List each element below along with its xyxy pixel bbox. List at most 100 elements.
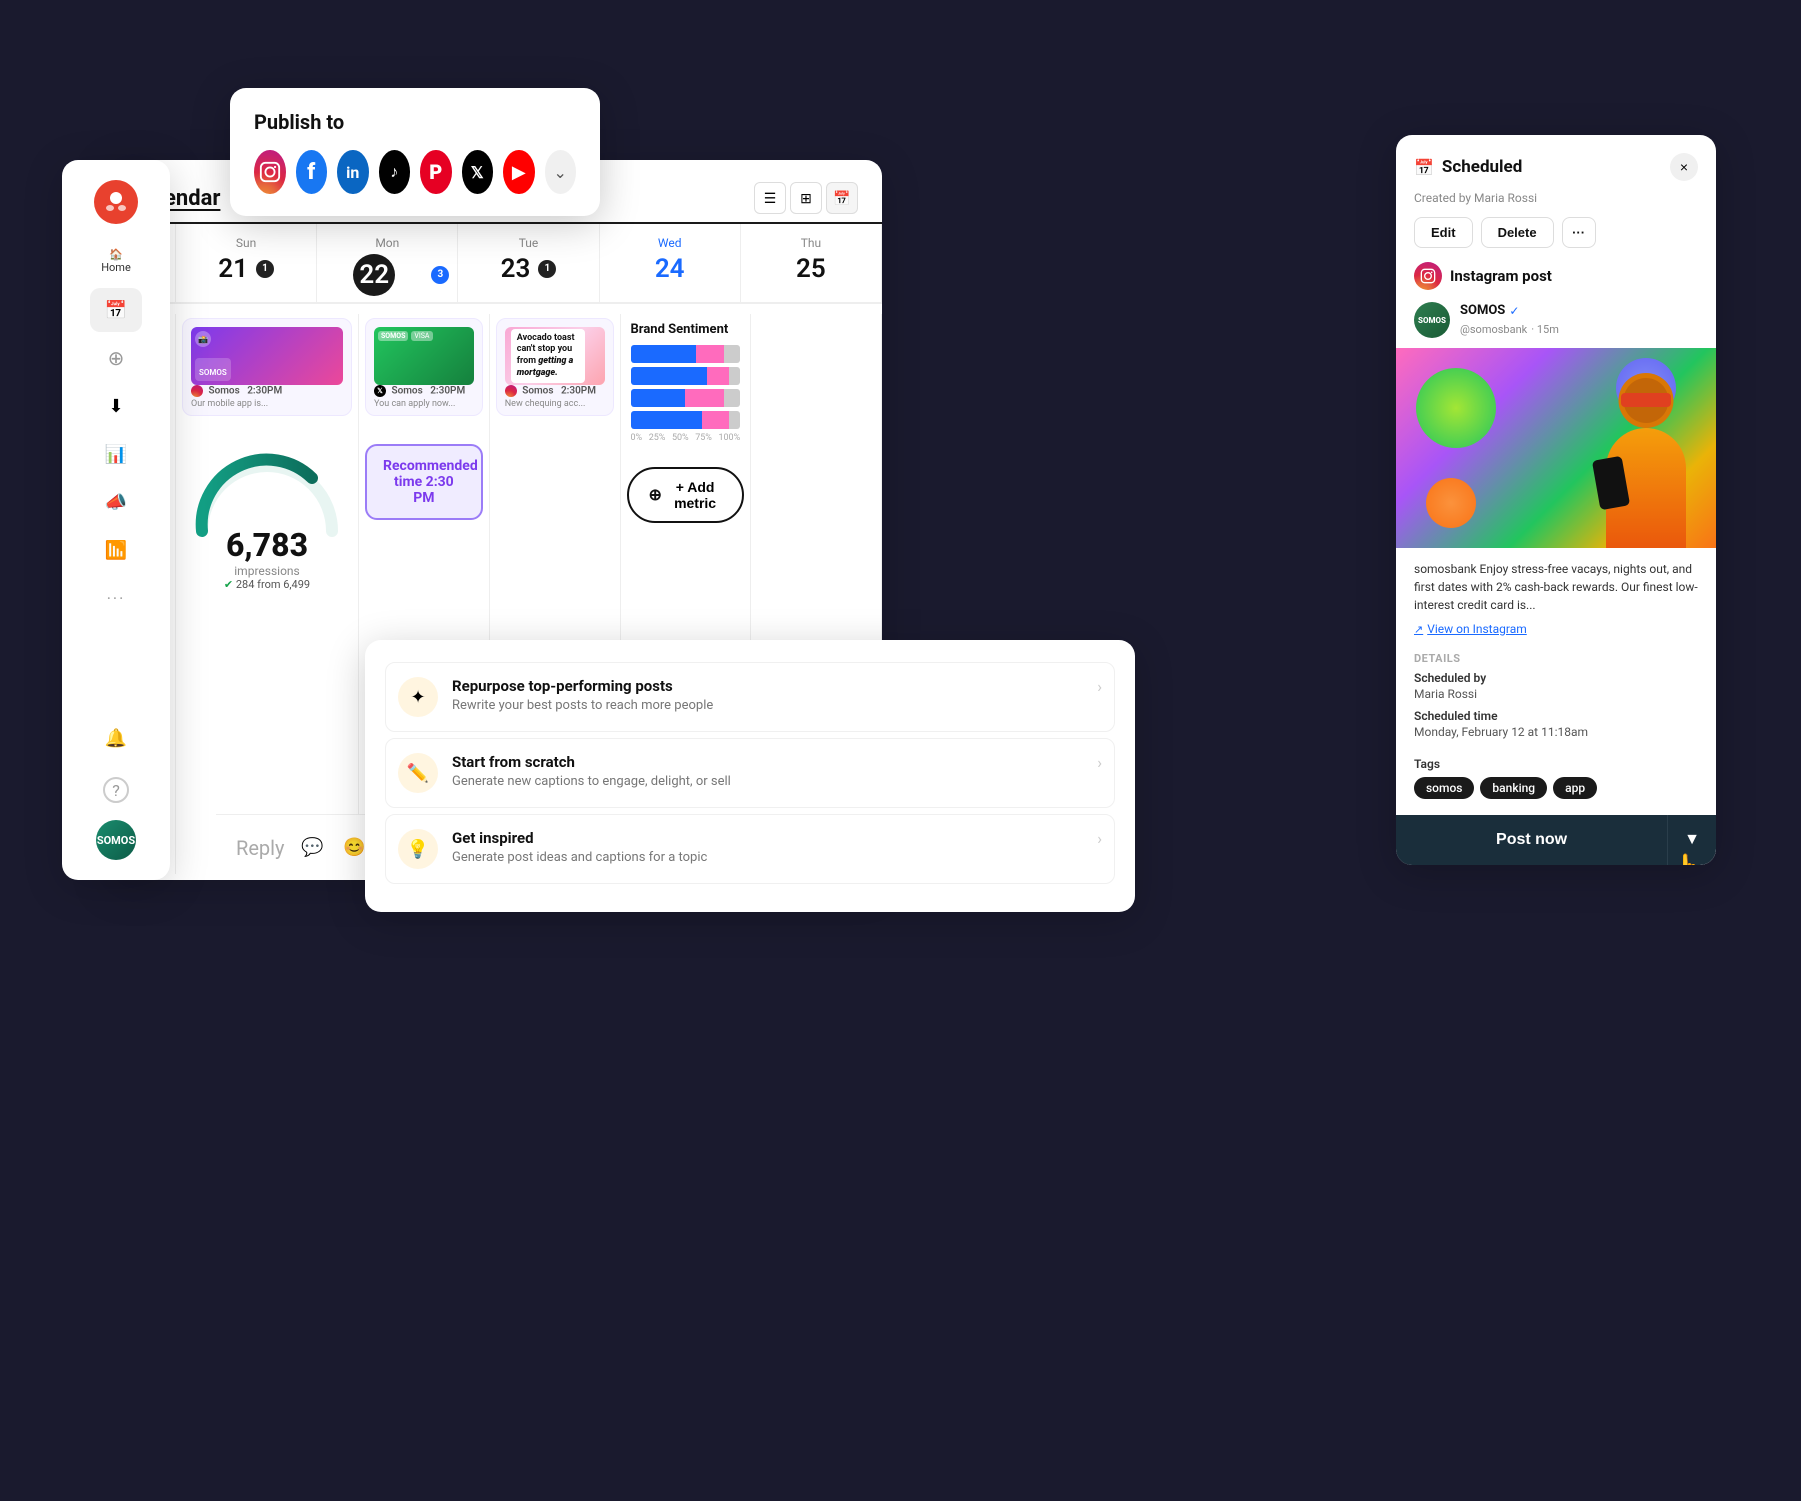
idea-repurpose[interactable]: ✦ Repurpose top-performing posts Rewrite…	[385, 662, 1115, 732]
tiktok-platform-button[interactable]: ♪	[379, 150, 411, 194]
verified-icon: ✓	[1509, 304, 1519, 318]
panel-footer: Post now ▼ 👆	[1396, 815, 1716, 865]
pinterest-platform-button[interactable]: P	[420, 150, 452, 194]
post-card-tue[interactable]: Avocado toast can't stop you from gettin…	[496, 318, 614, 416]
calendar-icon: 📅	[105, 300, 127, 321]
more-platforms-button[interactable]: ⌄	[545, 150, 577, 194]
scheduled-panel: 📅 Scheduled × Created by Maria Rossi Edi…	[1396, 135, 1716, 865]
sidebar-logo[interactable]	[94, 180, 138, 224]
plus-circle-icon: ⊕	[649, 485, 662, 505]
scheduled-by-row: Scheduled by Maria Rossi	[1414, 671, 1698, 701]
day-header-tue: Tue 23 1	[458, 224, 599, 303]
tag-app: app	[1553, 777, 1597, 799]
sidebar-item-inbox[interactable]: ⬇	[90, 384, 142, 428]
scheduled-panel-header: 📅 Scheduled ×	[1396, 135, 1716, 187]
account-row: SOMOS SOMOS ✓ @somosbank · 15m	[1396, 302, 1716, 348]
calendar-view-button[interactable]: 📅	[826, 182, 858, 214]
list-view-button[interactable]: ☰	[754, 182, 786, 214]
chevron-right-icon: ›	[1097, 829, 1102, 848]
recommended-time-bubble: Recommended time 2:30 PM	[365, 444, 483, 520]
more-options-button[interactable]: ···	[1562, 217, 1596, 248]
post-image	[1396, 348, 1716, 548]
instagram-icon	[1414, 262, 1442, 290]
brand-sentiment-widget: Brand Sentiment	[627, 318, 745, 447]
scheduled-time-row: Scheduled time Monday, February 12 at 11…	[1414, 709, 1698, 739]
instagram-platform-button[interactable]	[254, 150, 286, 194]
day-header-sun: Sun 21 1	[176, 224, 317, 303]
publish-panel-title: Publish to	[254, 110, 576, 134]
view-on-instagram-link[interactable]: ↗ View on Instagram	[1396, 622, 1716, 648]
calendar-small-icon: 📅	[1414, 158, 1434, 177]
social-platforms-row: f in ♪ P 𝕏 ▶ ⌄	[254, 150, 576, 194]
sidebar: 🏠 Home 📅 ⊕ ⬇ 📊 📣 📶 ··· 🔔 ?	[62, 160, 170, 880]
facebook-platform-button[interactable]: f	[296, 150, 328, 194]
sidebar-item-more[interactable]: ···	[90, 576, 142, 620]
inbox-icon: ⬇	[108, 396, 123, 417]
tags-label: Tags	[1396, 757, 1716, 777]
sidebar-nav: 📅 ⊕ ⬇ 📊 📣 📶 ···	[90, 288, 142, 706]
reply-label: Reply	[236, 836, 285, 860]
sidebar-item-help[interactable]: ?	[90, 768, 142, 812]
publish-panel: Publish to f in ♪ P 𝕏 ▶ ⌄	[230, 88, 600, 216]
post-image-purple: SOMOS 📸	[191, 327, 343, 385]
cal-cell-sun: SOMOS 📸 Somos 2:30PM Our mobile app is..…	[176, 314, 359, 874]
idea-inspired[interactable]: 💡 Get inspired Generate post ideas and c…	[385, 814, 1115, 884]
impressions-widget: 6,783 impressions ✔ 284 from 6,499	[182, 446, 352, 591]
chevron-right-icon: ›	[1097, 677, 1102, 696]
compose-icon: ⊕	[108, 346, 125, 370]
post-now-button[interactable]: Post now	[1396, 815, 1667, 865]
bell-icon: 🔔	[105, 728, 127, 749]
sidebar-item-calendar[interactable]: 📅	[90, 288, 142, 332]
delete-button[interactable]: Delete	[1481, 217, 1554, 248]
view-toggles: ☰ ⊞ 📅	[754, 182, 858, 214]
message-icon[interactable]: 💬	[299, 834, 327, 862]
post-image-green: SOMOS VISA	[374, 327, 474, 385]
idea-scratch[interactable]: ✏️ Start from scratch Generate new capti…	[385, 738, 1115, 808]
post-card-mon[interactable]: SOMOS VISA 𝕏 Somos 2:30PM You can apply …	[365, 318, 483, 416]
tag-somos: somos	[1414, 777, 1474, 799]
youtube-platform-button[interactable]: ▶	[503, 150, 535, 194]
lightbulb-icon: 💡	[398, 829, 438, 869]
reports-icon: 📶	[105, 540, 127, 561]
sidebar-item-campaigns[interactable]: 📣	[90, 480, 142, 524]
chevron-right-icon: ›	[1097, 753, 1102, 772]
more-icon: ···	[107, 589, 126, 608]
repurpose-icon: ✦	[398, 677, 438, 717]
day-header-wed: Wed 24	[600, 224, 741, 303]
sidebar-item-analytics[interactable]: 📊	[90, 432, 142, 476]
pencil-icon: ✏️	[398, 753, 438, 793]
tag-banking: banking	[1480, 777, 1547, 799]
created-by-label: Created by Maria Rossi	[1396, 187, 1716, 217]
chevron-down-icon: ▼	[1684, 831, 1700, 848]
home-icon: 🏠	[109, 248, 123, 261]
post-caption: somosbank Enjoy stress-free vacays, nigh…	[1396, 548, 1716, 622]
day-header-mon: Mon 22 3	[317, 224, 458, 303]
help-icon: ?	[103, 777, 129, 803]
close-button[interactable]: ×	[1670, 153, 1698, 181]
tags-list: somos banking app	[1396, 777, 1716, 815]
add-metric-button[interactable]: ⊕ + Add metric	[627, 467, 745, 523]
home-label: Home	[101, 261, 131, 274]
sidebar-item-home[interactable]: 🏠 Home	[97, 244, 135, 278]
details-section: Details Scheduled by Maria Rossi Schedul…	[1396, 648, 1716, 757]
sidebar-item-notifications[interactable]: 🔔	[90, 716, 142, 760]
post-card-sun[interactable]: SOMOS 📸 Somos 2:30PM Our mobile app is..…	[182, 318, 352, 416]
edit-button[interactable]: Edit	[1414, 217, 1473, 248]
x-platform-button[interactable]: 𝕏	[462, 150, 494, 194]
cursor-icon: 👆	[1671, 852, 1706, 865]
platform-row: Instagram post	[1396, 262, 1716, 302]
sidebar-item-reports[interactable]: 📶	[90, 528, 142, 572]
user-avatar[interactable]: SOMOS	[96, 820, 136, 860]
day-header-thu: Thu 25	[741, 224, 882, 303]
sidebar-bottom: 🔔 ? SOMOS	[90, 716, 142, 860]
analytics-icon: 📊	[105, 444, 127, 465]
external-link-icon: ↗	[1414, 623, 1423, 636]
ideas-panel: ✦ Repurpose top-performing posts Rewrite…	[365, 640, 1135, 912]
scheduled-panel-actions: Edit Delete ···	[1396, 217, 1716, 262]
linkedin-platform-button[interactable]: in	[337, 150, 369, 194]
sidebar-item-compose[interactable]: ⊕	[90, 336, 142, 380]
grid-view-button[interactable]: ⊞	[790, 182, 822, 214]
account-avatar: SOMOS	[1414, 302, 1450, 338]
chevron-down-icon: ⌄	[554, 163, 567, 182]
campaigns-icon: 📣	[105, 492, 127, 513]
